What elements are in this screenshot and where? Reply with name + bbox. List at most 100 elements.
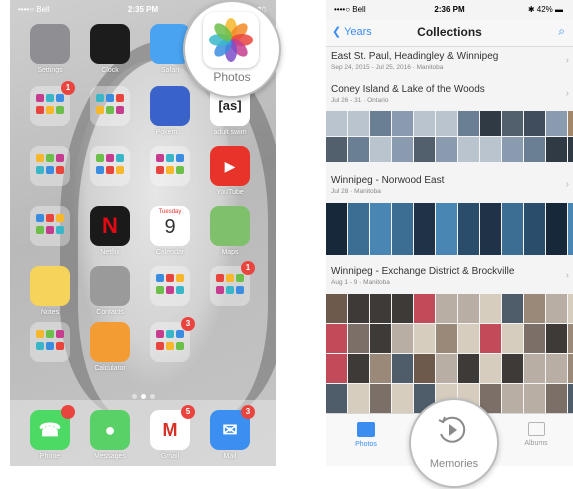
photo-thumbnail[interactable] <box>502 354 523 383</box>
photo-thumbnail[interactable] <box>546 384 567 413</box>
messages-app[interactable]: ● Messages <box>88 410 132 460</box>
photo-thumbnail[interactable] <box>458 111 479 136</box>
photo-thumbnail[interactable] <box>392 203 413 255</box>
photos-app-zoom[interactable]: Photos <box>183 0 281 98</box>
photo-thumbnail[interactable] <box>458 203 479 255</box>
photo-thumbnail[interactable] <box>436 137 457 162</box>
photo-thumbnail[interactable] <box>524 203 545 255</box>
app-folder[interactable] <box>88 146 132 186</box>
photo-thumbnail[interactable] <box>414 137 435 162</box>
search-icon[interactable]: ⌕ <box>558 24 565 39</box>
photo-thumbnail[interactable] <box>436 111 457 136</box>
notes-app[interactable]: Notes <box>28 266 72 316</box>
clock-app[interactable]: Clock <box>88 24 132 74</box>
gmail-app[interactable]: M 5 Gmail <box>148 405 195 460</box>
photo-thumbnail[interactable] <box>502 294 523 323</box>
tab-albums[interactable]: Albums <box>506 422 566 447</box>
app-folder[interactable] <box>148 266 192 306</box>
photos-icon[interactable] <box>203 12 259 68</box>
photo-thumbnail[interactable] <box>392 111 413 136</box>
app-folder[interactable] <box>28 206 72 246</box>
photo-thumbnail[interactable] <box>524 384 545 413</box>
photo-thumbnail[interactable] <box>348 294 369 323</box>
photo-thumbnail[interactable] <box>524 137 545 162</box>
netflix-app[interactable]: N Netflix <box>88 206 132 256</box>
photo-grid[interactable] <box>326 294 573 414</box>
photo-thumbnail[interactable] <box>348 324 369 353</box>
photo-thumbnail[interactable] <box>326 384 347 413</box>
photo-thumbnail[interactable] <box>568 111 573 136</box>
photo-thumbnail[interactable] <box>458 354 479 383</box>
photo-thumbnail[interactable] <box>502 384 523 413</box>
photo-thumbnail[interactable] <box>568 324 573 353</box>
photo-thumbnail[interactable] <box>568 203 573 255</box>
photo-thumbnail[interactable] <box>414 203 435 255</box>
tab-photos[interactable]: Photos <box>336 422 396 448</box>
photo-thumbnail[interactable] <box>502 111 523 136</box>
photo-thumbnail[interactable] <box>568 137 573 162</box>
mail-app[interactable]: ✉ 3 Mail <box>208 405 255 460</box>
app-folder[interactable]: 1 <box>28 81 75 126</box>
photo-thumbnail[interactable] <box>524 354 545 383</box>
photo-thumbnail[interactable] <box>480 137 501 162</box>
photo-thumbnail[interactable] <box>392 137 413 162</box>
app-folder[interactable]: 3 <box>148 317 195 362</box>
photo-thumbnail[interactable] <box>480 354 501 383</box>
photo-thumbnail[interactable] <box>480 294 501 323</box>
photo-thumbnail[interactable] <box>326 111 347 136</box>
photo-thumbnail[interactable] <box>436 354 457 383</box>
memories-tab-zoom[interactable]: Memories <box>409 398 499 488</box>
photo-thumbnail[interactable] <box>480 203 501 255</box>
photo-thumbnail[interactable] <box>392 384 413 413</box>
photo-thumbnail[interactable] <box>458 137 479 162</box>
photo-thumbnail[interactable] <box>370 294 391 323</box>
photo-thumbnail[interactable] <box>480 324 501 353</box>
app-folder[interactable] <box>28 146 72 186</box>
photo-thumbnail[interactable] <box>568 384 573 413</box>
photo-thumbnail[interactable] <box>348 384 369 413</box>
photo-thumbnail[interactable] <box>392 354 413 383</box>
photo-thumbnail[interactable] <box>414 111 435 136</box>
photo-thumbnail[interactable] <box>348 354 369 383</box>
settings-app[interactable]: Settings <box>28 24 72 74</box>
photo-thumbnail[interactable] <box>436 324 457 353</box>
photo-thumbnail[interactable] <box>414 294 435 323</box>
photo-thumbnail[interactable] <box>370 384 391 413</box>
photo-thumbnail[interactable] <box>524 111 545 136</box>
calendar-app[interactable]: Tuesday 9 Calendar <box>148 206 192 256</box>
photo-thumbnail[interactable] <box>370 111 391 136</box>
photo-strip[interactable] <box>326 203 573 255</box>
photo-thumbnail[interactable] <box>392 324 413 353</box>
photo-thumbnail[interactable] <box>370 354 391 383</box>
photo-thumbnail[interactable] <box>546 294 567 323</box>
photo-thumbnail[interactable] <box>348 137 369 162</box>
photo-thumbnail[interactable] <box>326 354 347 383</box>
photo-thumbnail[interactable] <box>524 294 545 323</box>
photo-strip[interactable] <box>326 111 573 163</box>
photo-thumbnail[interactable] <box>546 203 567 255</box>
pokemon-app[interactable]: Pokém… <box>148 86 192 136</box>
app-folder[interactable]: 1 <box>208 261 255 306</box>
photo-thumbnail[interactable] <box>546 354 567 383</box>
photo-thumbnail[interactable] <box>502 203 523 255</box>
photo-thumbnail[interactable] <box>546 111 567 136</box>
photo-thumbnail[interactable] <box>326 203 347 255</box>
photo-thumbnail[interactable] <box>348 111 369 136</box>
photo-thumbnail[interactable] <box>370 137 391 162</box>
photo-thumbnail[interactable] <box>524 324 545 353</box>
photo-thumbnail[interactable] <box>414 354 435 383</box>
photo-thumbnail[interactable] <box>370 203 391 255</box>
photo-thumbnail[interactable] <box>326 294 347 323</box>
photo-thumbnail[interactable] <box>392 294 413 323</box>
photo-thumbnail[interactable] <box>326 324 347 353</box>
collection-header[interactable]: Winnipeg - Norwood East Jul 28 · Manitob… <box>326 171 573 199</box>
collection-header[interactable]: East St. Paul, Headingley & Winnipeg Sep… <box>326 47 573 75</box>
app-folder[interactable] <box>148 146 192 186</box>
photo-thumbnail[interactable] <box>436 203 457 255</box>
photo-thumbnail[interactable] <box>370 324 391 353</box>
youtube-app[interactable]: ▶ YouTube <box>208 146 252 196</box>
photo-thumbnail[interactable] <box>348 203 369 255</box>
photo-thumbnail[interactable] <box>546 137 567 162</box>
collection-header[interactable]: Winnipeg - Exchange District & Brockvill… <box>326 262 573 290</box>
photo-thumbnail[interactable] <box>546 324 567 353</box>
